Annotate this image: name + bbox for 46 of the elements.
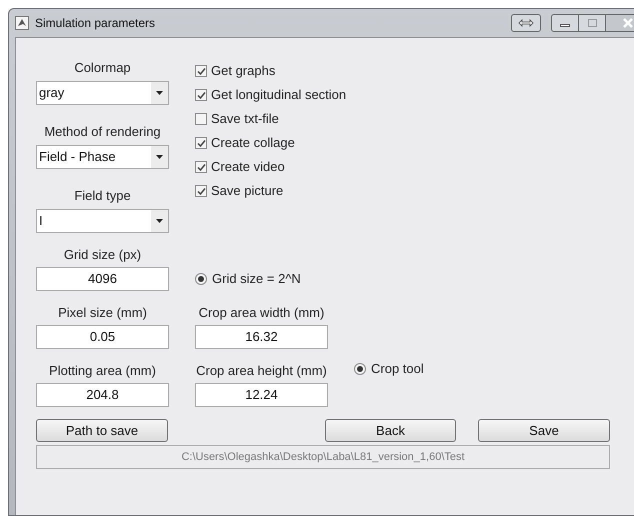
- radio-button[interactable]: [354, 362, 366, 375]
- dropdown[interactable]: I: [36, 209, 169, 233]
- app-icon: [15, 16, 29, 30]
- input-field[interactable]: 16.32: [195, 325, 328, 349]
- push-button[interactable]: Save: [478, 419, 610, 442]
- checkbox[interactable]: [195, 65, 207, 77]
- checkbox-label: Create collage: [211, 134, 295, 152]
- push-button[interactable]: Back: [325, 419, 456, 442]
- close-icon: [623, 18, 633, 28]
- field-label: Plotting area (mm): [49, 362, 156, 380]
- checkbox-label: Get longitudinal section: [211, 86, 346, 104]
- caret-icon: [156, 91, 163, 95]
- window-title: Simulation parameters: [35, 15, 156, 32]
- radio-button[interactable]: [195, 273, 207, 285]
- checkbox[interactable]: [195, 185, 207, 197]
- input-field[interactable]: 0.05: [36, 325, 169, 349]
- radio-label: Crop tool: [371, 360, 424, 378]
- field-label: Grid size (px): [64, 246, 142, 264]
- checkbox-label: Get graphs: [211, 62, 276, 80]
- checkbox[interactable]: [195, 89, 207, 101]
- input-field[interactable]: 4096: [36, 267, 169, 291]
- caret-icon: [156, 219, 163, 223]
- field-label: Colormap: [74, 59, 131, 78]
- checkbox[interactable]: [195, 137, 207, 149]
- checkbox-label: Save picture: [211, 182, 284, 200]
- caret-icon: [156, 155, 163, 159]
- field-label: Method of rendering: [44, 123, 161, 142]
- checkbox[interactable]: [195, 161, 207, 173]
- checkbox-label: Create video: [211, 158, 285, 176]
- dropdown[interactable]: Field - Phase: [36, 145, 169, 169]
- double-arrow-icon: [518, 19, 534, 27]
- dropdown[interactable]: gray: [36, 81, 169, 105]
- push-button[interactable]: Path to save: [36, 419, 168, 442]
- input-field[interactable]: 204.8: [36, 383, 169, 407]
- input-field[interactable]: 12.24: [195, 383, 328, 407]
- path-display: C:\Users\Olegashka\Desktop\Laba\L81_version_1,60\Test: [36, 445, 610, 469]
- field-label: Crop area width (mm): [198, 304, 324, 322]
- field-label: Crop area height (mm): [196, 362, 327, 380]
- maximize-button[interactable]: [579, 14, 605, 32]
- checkbox[interactable]: [195, 113, 207, 125]
- radio-label: Grid size = 2^N: [212, 270, 301, 288]
- field-label: Field type: [74, 187, 131, 206]
- minimize-button[interactable]: [551, 14, 579, 32]
- dock-button[interactable]: [511, 14, 541, 32]
- field-label: Pixel size (mm): [58, 304, 147, 322]
- checkbox-label: Save txt-file: [211, 110, 279, 128]
